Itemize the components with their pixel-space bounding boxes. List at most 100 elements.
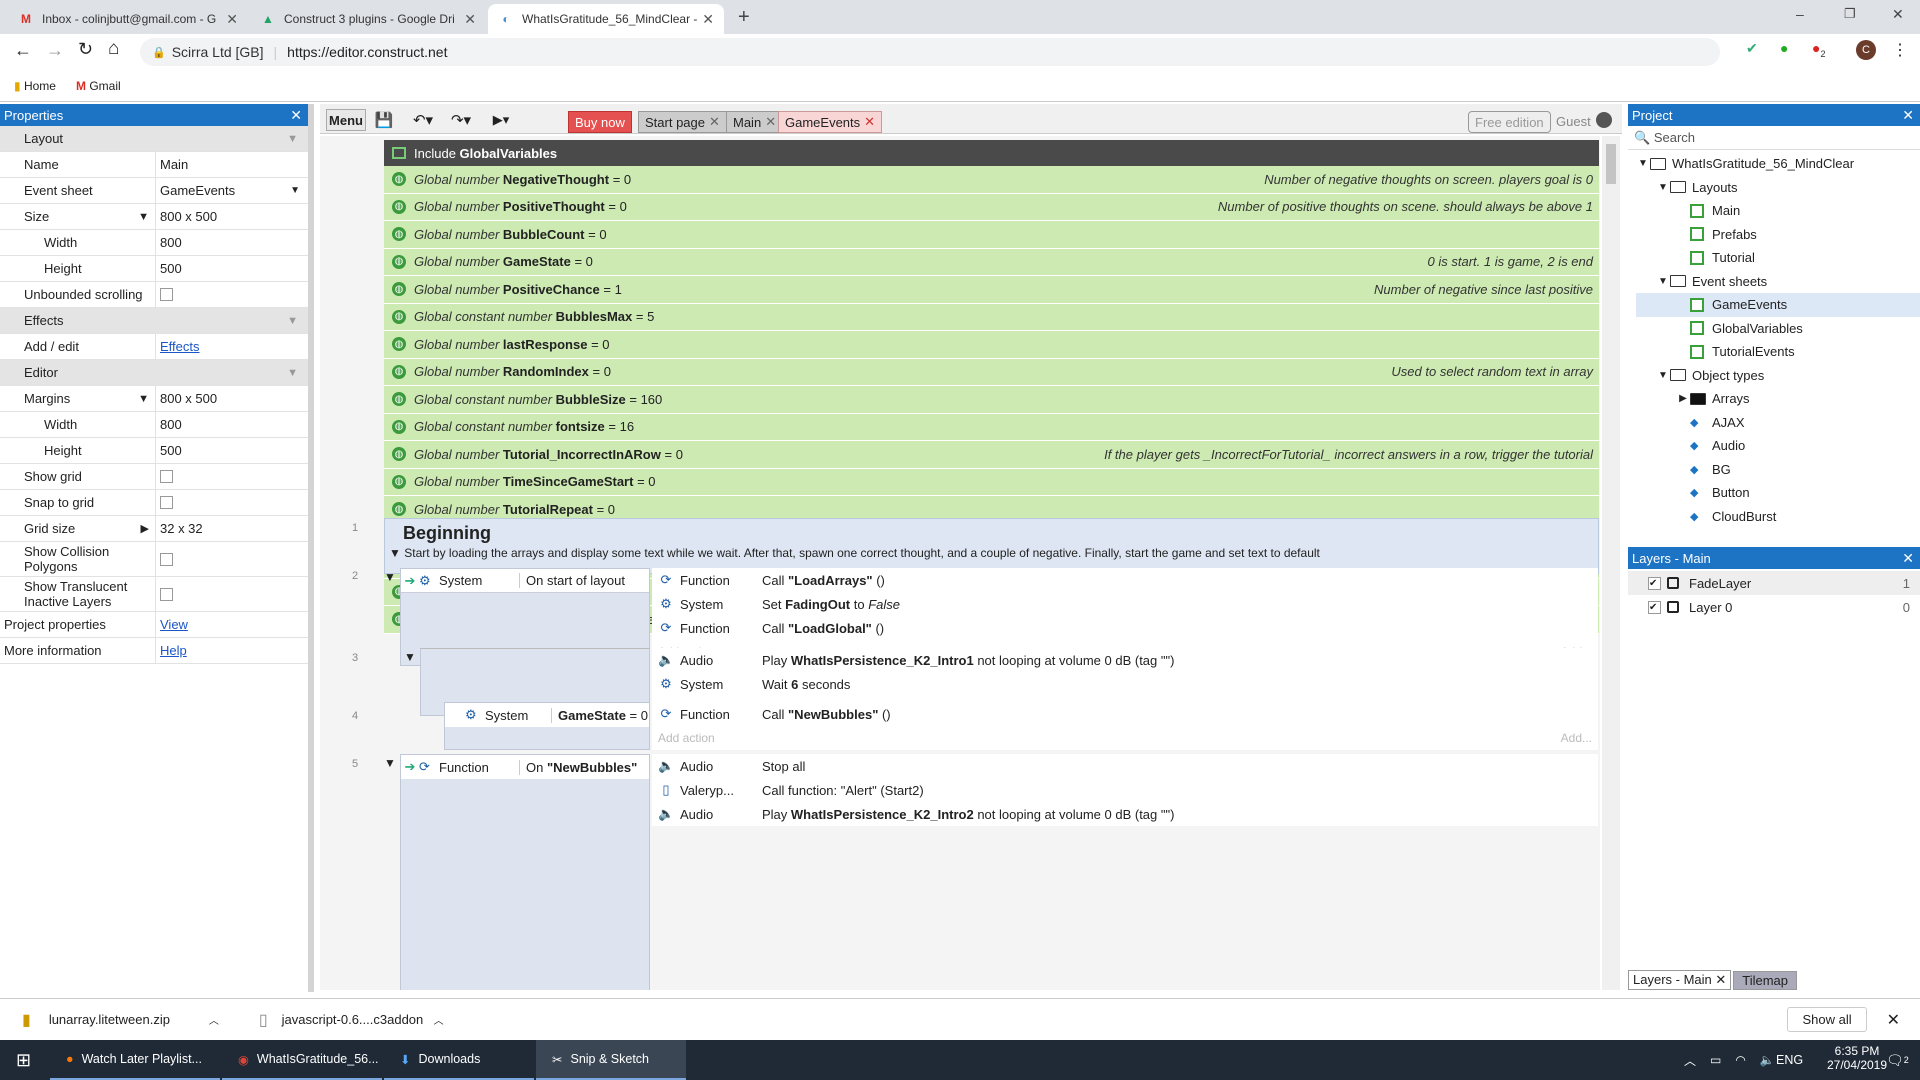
tab-layers-main[interactable]: Layers - Main ✕ [1628,970,1732,990]
global-variable-row[interactable]: ◍ Global constant number BubblesMax = 5 [384,303,1599,331]
checkbox[interactable] [160,496,173,509]
undo-icon[interactable]: ↶▾ [406,109,440,131]
visibility-checkbox[interactable]: ✔ [1648,576,1661,590]
play-icon[interactable]: ▶▾ [486,109,516,131]
action-row[interactable]: ⚙ System Set FadingOut to False [652,592,1598,616]
taskbar-snip[interactable]: ✂ Snip & Sketch [536,1040,686,1080]
global-variable-row[interactable]: ◍ Global number PositiveChance = 1 Number … [384,276,1599,304]
tab-gameevents[interactable]: GameEvents ✕ [778,111,883,133]
property-row[interactable]: Show Translucent Inactive Layers [0,577,308,612]
lock-icon[interactable] [1667,577,1679,589]
property-row[interactable]: Width 800 [0,230,308,256]
tree-item-gameevents[interactable]: GameEvents [1636,293,1920,317]
checkbox[interactable] [160,587,173,601]
collapse-icon[interactable]: ▼ [384,756,396,770]
bookmark-gmail[interactable]: M Gmail [76,79,121,93]
action-row[interactable]: ⟳ Function Call "LoadArrays" () [652,568,1598,592]
global-variable-row[interactable]: ◍ Global number PositiveThought = 0 Number… [384,193,1599,221]
property-link[interactable]: Effects [160,339,200,354]
expand-icon[interactable]: ▼ [1656,370,1670,381]
close-tab-icon[interactable]: ✕ [226,11,238,28]
expand-icon[interactable]: ▼ [1656,276,1670,287]
tab-start-page[interactable]: Start page ✕ [638,111,727,133]
action-row[interactable]: 🔈 Audio Play WhatIsPersistence_K2_Intro2 n… [652,802,1598,826]
expand-icon[interactable]: ▶ [1676,393,1690,404]
property-value[interactable]: 800 [156,417,308,432]
close-icon[interactable]: ✕ [864,114,875,130]
free-edition-badge[interactable]: Free edition [1468,111,1551,133]
property-value[interactable]: 800 [156,235,308,250]
tree-item-bg[interactable]: ◆ BG [1636,458,1920,482]
condition-row[interactable]: ➔ ⟳ Function On "NewBubbles" [401,755,649,779]
chevron-down-icon[interactable]: ▼ [138,211,149,223]
property-value[interactable] [156,496,308,509]
close-tab-icon[interactable]: ✕ [702,11,714,28]
global-variable-row[interactable]: ◍ Global number NegativeThought = 0 Number… [384,166,1599,194]
visibility-checkbox[interactable]: ✔ [1648,600,1661,614]
action-row[interactable]: ▯ Valeryp... Call function: "Alert" (Start… [652,778,1598,802]
tree-item-object-types[interactable]: ▼ Object types [1636,364,1920,388]
menu-dots-icon[interactable]: ⋮ [1892,40,1908,60]
reload-icon[interactable]: ↻ [78,39,93,60]
tab-drive[interactable]: ▲ Construct 3 plugins - Google Dri ✕ [250,4,486,34]
chevron-down-icon[interactable]: ▼ [138,393,149,405]
tab-construct[interactable]: ◐ WhatIsGratitude_56_MindClear - ✕ [488,4,724,34]
event-5-conditions[interactable]: ➔ ⟳ Function On "NewBubbles" [400,754,650,990]
collapse-icon[interactable]: ▼ [404,650,416,664]
download-item[interactable]: javascript-0.6....c3addon [282,1012,424,1027]
property-row[interactable]: Event sheet GameEvents ▼ [0,178,308,204]
global-variable-row[interactable]: ◍ Global number BubbleCount = 0 [384,221,1599,249]
global-variable-row[interactable]: ◍ Global number Tutorial_IncorrectInARow … [384,441,1599,469]
property-value[interactable]: Main [156,157,308,172]
checkbox[interactable] [160,470,173,483]
property-row[interactable]: Height 500 [0,438,308,464]
collapse-icon[interactable]: ▼ [287,367,298,379]
buy-now-button[interactable]: Buy now [568,111,632,133]
forward-icon[interactable]: → [46,40,64,61]
close-tab-icon[interactable]: ✕ [464,11,476,28]
property-value[interactable] [156,470,308,483]
tree-item-tutorialevents[interactable]: TutorialEvents [1636,340,1920,364]
event-sheet[interactable]: Include GlobalVariables ◍ Global number N… [320,136,1600,990]
add-action-link[interactable]: Add action [658,731,715,745]
language-label[interactable]: ENG [1760,1040,1803,1080]
property-row[interactable]: Show grid [0,464,308,490]
home-icon[interactable]: ⌂ [108,38,119,60]
property-value[interactable]: 32 x 32 [156,521,308,536]
tree-root[interactable]: ▼ WhatIsGratitude_56_MindClear [1636,152,1920,176]
collapse-icon[interactable]: ▼ [287,315,298,327]
close-icon[interactable]: ✕ [290,107,302,124]
chevron-up-icon[interactable]: ︿ [209,1012,219,1027]
close-icon[interactable]: ✕ [765,114,776,130]
property-value[interactable]: 800 x 500 [156,391,308,406]
menu-button[interactable]: Menu [326,109,366,131]
taskbar-downloads[interactable]: ⬇ Downloads [384,1040,534,1080]
global-variable-row[interactable]: ◍ Global constant number fontsize = 16 [384,413,1599,441]
profile-avatar[interactable]: C [1856,40,1876,60]
property-value[interactable]: View [156,617,308,632]
scrollbar-thumb[interactable] [1606,144,1616,184]
event-4-conditions[interactable]: ⚙ System GameState = 0 [444,702,650,750]
property-row[interactable]: Grid size ▶ 32 x 32 [0,516,308,542]
close-icon[interactable]: ✕ [1902,107,1914,124]
property-value[interactable] [156,587,308,601]
property-row[interactable]: Name Main [0,152,308,178]
group-beginning[interactable]: Beginning ▼ Start by loading the arrays … [384,518,1599,574]
action-row[interactable]: 🔈 Audio Stop all [652,754,1598,778]
tab-tilemap[interactable]: Tilemap [1733,970,1798,990]
windows-start-icon[interactable]: ⊞ [0,1040,48,1080]
condition-row[interactable]: ➔ ⚙ System On start of layout [401,569,649,593]
property-row[interactable]: Size ▼ 800 x 500 [0,204,308,230]
property-row[interactable]: Project properties View [0,612,308,638]
layer-row[interactable]: ✔ FadeLayer 1 [1628,571,1920,595]
collapse-icon[interactable]: ▼ [389,546,401,560]
back-icon[interactable]: ← [14,40,32,61]
collapse-icon[interactable]: ▼ [287,133,298,145]
property-value[interactable]: 500 [156,443,308,458]
extension-badge-icon[interactable]: ●2 [1812,40,1825,59]
expand-icon[interactable]: ▼ [1656,182,1670,193]
include-row[interactable]: Include GlobalVariables [384,140,1599,166]
property-row[interactable]: Add / edit Effects [0,334,308,360]
chevron-up-icon[interactable]: ︿ [434,1012,444,1027]
lock-icon[interactable] [1667,601,1679,613]
